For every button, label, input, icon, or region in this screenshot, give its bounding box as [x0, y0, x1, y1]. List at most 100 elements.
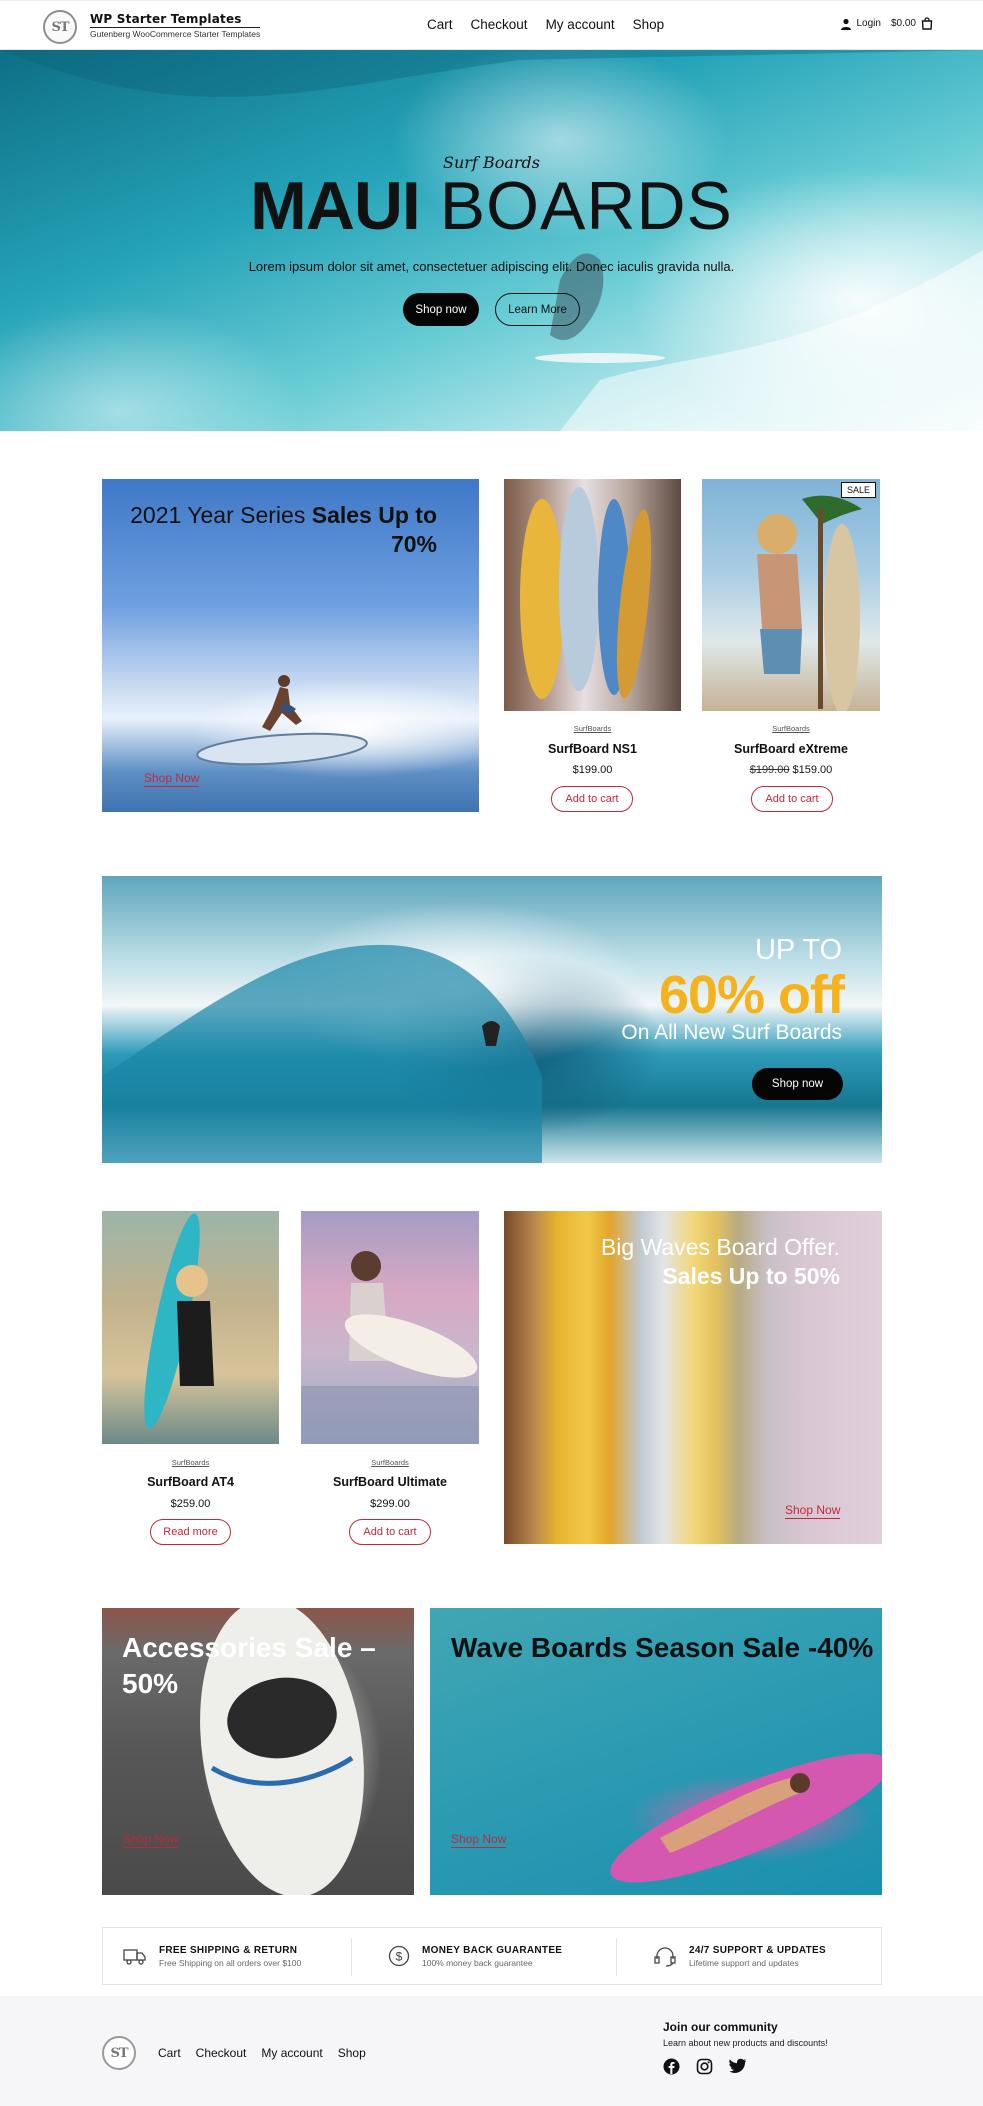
site-logo[interactable]: ST	[43, 10, 77, 44]
banner-shop-now-button[interactable]: Shop now	[752, 1068, 843, 1100]
site-header: ST WP Starter Templates Gutenberg WooCom…	[0, 0, 983, 50]
feature-money-back-subtitle: 100% money back guarantee	[422, 1957, 533, 1968]
add-to-cart-button-ultimate[interactable]: Add to cart	[349, 1519, 431, 1545]
hero-learn-more-button[interactable]: Learn More	[495, 293, 580, 326]
promo-accessories-shop-now-link[interactable]: Shop Now	[123, 1832, 179, 1848]
surfer-woman-image	[144, 1213, 214, 1429]
product-name-extreme[interactable]: SurfBoard eXtreme	[702, 742, 880, 756]
features-bar: FREE SHIPPING & RETURN Free Shipping on …	[102, 1927, 882, 1985]
promo-big-waves-title-bold: Sales Up to 50%	[662, 1263, 840, 1289]
join-community-subtitle: Learn about new products and discounts!	[663, 2038, 828, 2048]
sale-badge: SALE	[840, 482, 876, 498]
surfer-girl-image	[757, 495, 862, 711]
site-footer: ST Cart Checkout My account Shop Join ou…	[0, 1996, 983, 2106]
feature-support-title: 24/7 SUPPORT & UPDATES	[689, 1944, 827, 1956]
product-old-price-extreme: $199.00	[749, 764, 790, 776]
surfer-woman-water-image	[301, 1251, 479, 1444]
hero-description: Lorem ipsum dolor sit amet, consectetuer…	[248, 259, 735, 274]
product-name-at4[interactable]: SurfBoard AT4	[102, 1475, 279, 1489]
footer-logo[interactable]: ST	[102, 2036, 136, 2070]
footer-nav-cart[interactable]: Cart	[158, 2046, 181, 2060]
footer-nav-my-account[interactable]: My account	[261, 2046, 322, 2060]
login-link[interactable]: Login	[840, 18, 881, 30]
product-category-ultimate[interactable]: SurfBoards	[301, 1458, 479, 1467]
promo-year-series-title-bold: Sales Up to 70%	[311, 502, 437, 557]
promo-wave-boards[interactable]: Wave Boards Season Sale -40% Shop Now	[430, 1608, 882, 1895]
mini-cart[interactable]: $0.00	[891, 17, 933, 30]
shopping-bag-icon	[921, 17, 933, 30]
add-to-cart-button-ns1[interactable]: Add to cart	[551, 786, 633, 812]
surfer-image	[196, 675, 368, 766]
promo-banner-60-off[interactable]: UP TO 60% off On All New Surf Boards Sho…	[102, 876, 882, 1163]
product-price-extreme: $199.00 $159.00	[702, 764, 880, 776]
promo-big-waves-shop-now-link[interactable]: Shop Now	[785, 1503, 841, 1519]
product-category-at4[interactable]: SurfBoards	[102, 1458, 279, 1467]
promo-wave-boards-shop-now-link[interactable]: Shop Now	[451, 1832, 507, 1848]
headset-icon	[654, 1947, 676, 1967]
promo-year-series[interactable]: 2021 Year Series Sales Up to 70% Shop No…	[102, 479, 479, 812]
feature-free-shipping-title: FREE SHIPPING & RETURN	[159, 1944, 298, 1956]
product-image-ultimate[interactable]	[301, 1211, 479, 1444]
hero-title-bold: MAUI	[250, 168, 421, 244]
footer-nav: Cart Checkout My account Shop	[158, 2046, 366, 2060]
product-image-ns1[interactable]	[504, 479, 681, 711]
twitter-icon[interactable]	[729, 2058, 747, 2074]
banner-up-to: UP TO	[754, 934, 842, 966]
footer-nav-checkout[interactable]: Checkout	[196, 2046, 247, 2060]
nav-cart[interactable]: Cart	[427, 17, 453, 32]
promo-year-series-title-light: 2021 Year Series	[130, 502, 312, 528]
user-icon	[840, 18, 851, 30]
brand[interactable]: WP Starter Templates Gutenberg WooCommer…	[90, 12, 261, 39]
hero-section: Surf Boards MAUI BOARDS Lorem ipsum dolo…	[0, 50, 983, 431]
join-community-title: Join our community	[663, 2020, 778, 2034]
feature-divider	[351, 1938, 352, 1976]
feature-support-subtitle: Lifetime support and updates	[689, 1957, 799, 1968]
promo-big-waves[interactable]: Big Waves Board Offer. Sales Up to 50% Sh…	[504, 1211, 882, 1544]
hero-shop-now-button[interactable]: Shop now	[403, 293, 479, 326]
feature-free-shipping: FREE SHIPPING & RETURN Free Shipping on …	[123, 1938, 301, 1974]
product-image-extreme[interactable]: SALE	[702, 479, 880, 711]
product-sale-price-extreme: $159.00	[792, 764, 833, 776]
feature-support-text: 24/7 SUPPORT & UPDATES Lifetime support …	[689, 1945, 826, 1968]
footer-nav-shop[interactable]: Shop	[338, 2046, 366, 2060]
product-price-ultimate: $299.00	[370, 1498, 410, 1510]
brand-title: WP Starter Templates	[90, 12, 242, 26]
add-to-cart-button-extreme[interactable]: Add to cart	[751, 786, 833, 812]
feature-money-back: $ MONEY BACK GUARANTEE 100% money back g…	[388, 1938, 562, 1974]
product-price-at4: $259.00	[170, 1498, 211, 1510]
product-price-ns1: $199.00	[572, 764, 613, 776]
banner-discount: 60% off	[658, 965, 845, 1025]
page: ST WP Starter Templates Gutenberg WooCom…	[0, 0, 983, 2106]
promo-accessories[interactable]: Accessories Sale – 50% Shop Now	[102, 1608, 414, 1895]
header-actions: Login $0.00	[840, 17, 934, 30]
cart-total: $0.00	[890, 18, 916, 29]
hero-title-light: BOARDS	[439, 168, 733, 244]
promo-big-waves-title: Big Waves Board Offer. Sales Up to 50%	[601, 1233, 840, 1291]
read-more-button-at4[interactable]: Read more	[150, 1519, 231, 1545]
nav-checkout[interactable]: Checkout	[471, 17, 528, 32]
nav-shop[interactable]: Shop	[633, 17, 665, 32]
promo-accessories-title: Accessories Sale – 50%	[122, 1632, 376, 1699]
instagram-icon[interactable]	[696, 2058, 713, 2075]
svg-text:$: $	[396, 1950, 403, 1964]
facebook-icon[interactable]	[663, 2058, 680, 2075]
product-image-at4[interactable]	[102, 1211, 279, 1444]
feature-free-shipping-text: FREE SHIPPING & RETURN Free Shipping on …	[159, 1945, 301, 1968]
feature-divider	[616, 1938, 617, 1976]
product-name-ns1[interactable]: SurfBoard NS1	[504, 742, 681, 756]
dollar-coin-icon: $	[388, 1945, 410, 1967]
feature-money-back-text: MONEY BACK GUARANTEE 100% money back gua…	[422, 1945, 562, 1968]
promo-year-series-title: 2021 Year Series Sales Up to 70%	[117, 501, 437, 559]
truck-icon	[123, 1949, 146, 1965]
product-name-ultimate[interactable]: SurfBoard Ultimate	[301, 1475, 479, 1489]
product-category-ns1[interactable]: SurfBoards	[504, 724, 681, 733]
promo-year-series-shop-now-link[interactable]: Shop Now	[144, 771, 200, 787]
surfboards-image	[520, 487, 652, 699]
product-category-extreme[interactable]: SurfBoards	[702, 724, 880, 733]
hero-title: MAUI BOARDS	[0, 172, 983, 240]
banner-subtitle: On All New Surf Boards	[621, 1021, 842, 1044]
feature-money-back-title: MONEY BACK GUARANTEE	[422, 1944, 563, 1956]
promo-big-waves-title-light: Big Waves Board Offer.	[600, 1234, 840, 1260]
nav-my-account[interactable]: My account	[546, 17, 615, 32]
brand-subtitle: Gutenberg WooCommerce Starter Templates	[90, 27, 261, 39]
